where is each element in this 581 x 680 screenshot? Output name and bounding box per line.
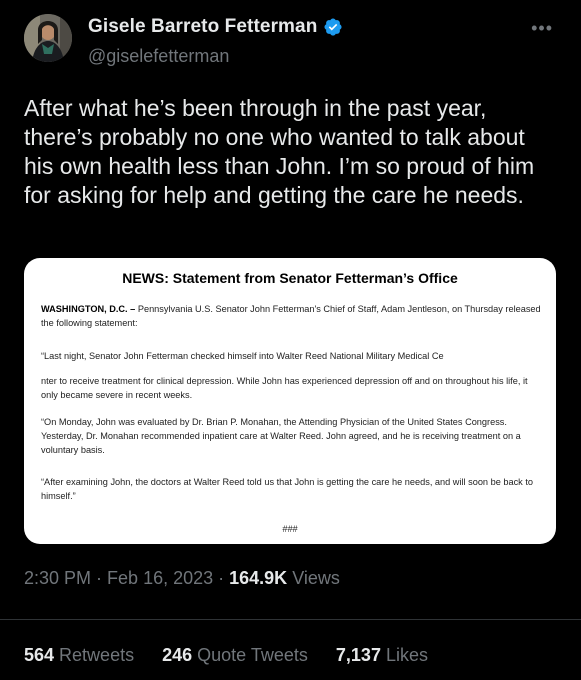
- tweet-meta: 2:30 PM · Feb 16, 2023 · 164.9K Views: [24, 568, 340, 589]
- statement-paragraph-5: “After examining John, the doctors at Wa…: [41, 477, 533, 501]
- meta-separator: ·: [91, 568, 108, 588]
- statement-paragraph-1: WASHINGTON, D.C. – Pennsylvania U.S. Sen…: [41, 302, 546, 330]
- meta-separator: ·: [213, 568, 230, 588]
- statement-end-mark: ###: [282, 524, 298, 534]
- tweet-media-image[interactable]: NEWS: Statement from Senator Fetterman’s…: [24, 258, 556, 544]
- retweets-stat[interactable]: 564 Retweets: [24, 645, 134, 666]
- likes-label: Likes: [380, 645, 428, 665]
- divider: [0, 619, 581, 620]
- tweet-time[interactable]: 2:30 PM: [24, 568, 91, 588]
- statement-paragraph-4: “On Monday, John was evaluated by Dr. Br…: [41, 417, 521, 455]
- views-label[interactable]: Views: [287, 568, 340, 588]
- statement-paragraph-2: “Last night, Senator John Fetterman chec…: [41, 351, 444, 361]
- tweet-stats: 564 Retweets 246 Quote Tweets 7,137 Like…: [24, 645, 451, 666]
- statement-paragraph-3: nter to receive treatment for clinical d…: [41, 376, 528, 400]
- tweet-date[interactable]: Feb 16, 2023: [107, 568, 213, 588]
- author-handle[interactable]: @giselefetterman: [88, 46, 229, 67]
- likes-count: 7,137: [335, 645, 381, 665]
- quote-tweets-stat[interactable]: 246 Quote Tweets: [162, 645, 308, 666]
- tweet-text: After what he’s been through in the past…: [24, 95, 535, 208]
- views-count[interactable]: 164.9K: [229, 568, 287, 588]
- author-name[interactable]: Gisele Barreto Fetterman: [88, 16, 317, 38]
- retweets-count: 564: [24, 645, 55, 665]
- avatar[interactable]: [24, 14, 72, 62]
- statement-dateline: WASHINGTON, D.C. –: [41, 304, 136, 314]
- avatar-image: [24, 14, 72, 62]
- verified-badge-icon[interactable]: [323, 17, 343, 37]
- likes-stat[interactable]: 7,137 Likes: [336, 645, 428, 666]
- author-name-row[interactable]: Gisele Barreto Fetterman: [88, 16, 343, 38]
- quote-tweets-count: 246: [162, 645, 193, 665]
- more-options-icon[interactable]: •••: [531, 18, 553, 39]
- quote-tweets-label: Quote Tweets: [192, 645, 308, 665]
- statement-title: NEWS: Statement from Senator Fetterman’s…: [122, 270, 458, 286]
- retweets-label: Retweets: [54, 645, 135, 665]
